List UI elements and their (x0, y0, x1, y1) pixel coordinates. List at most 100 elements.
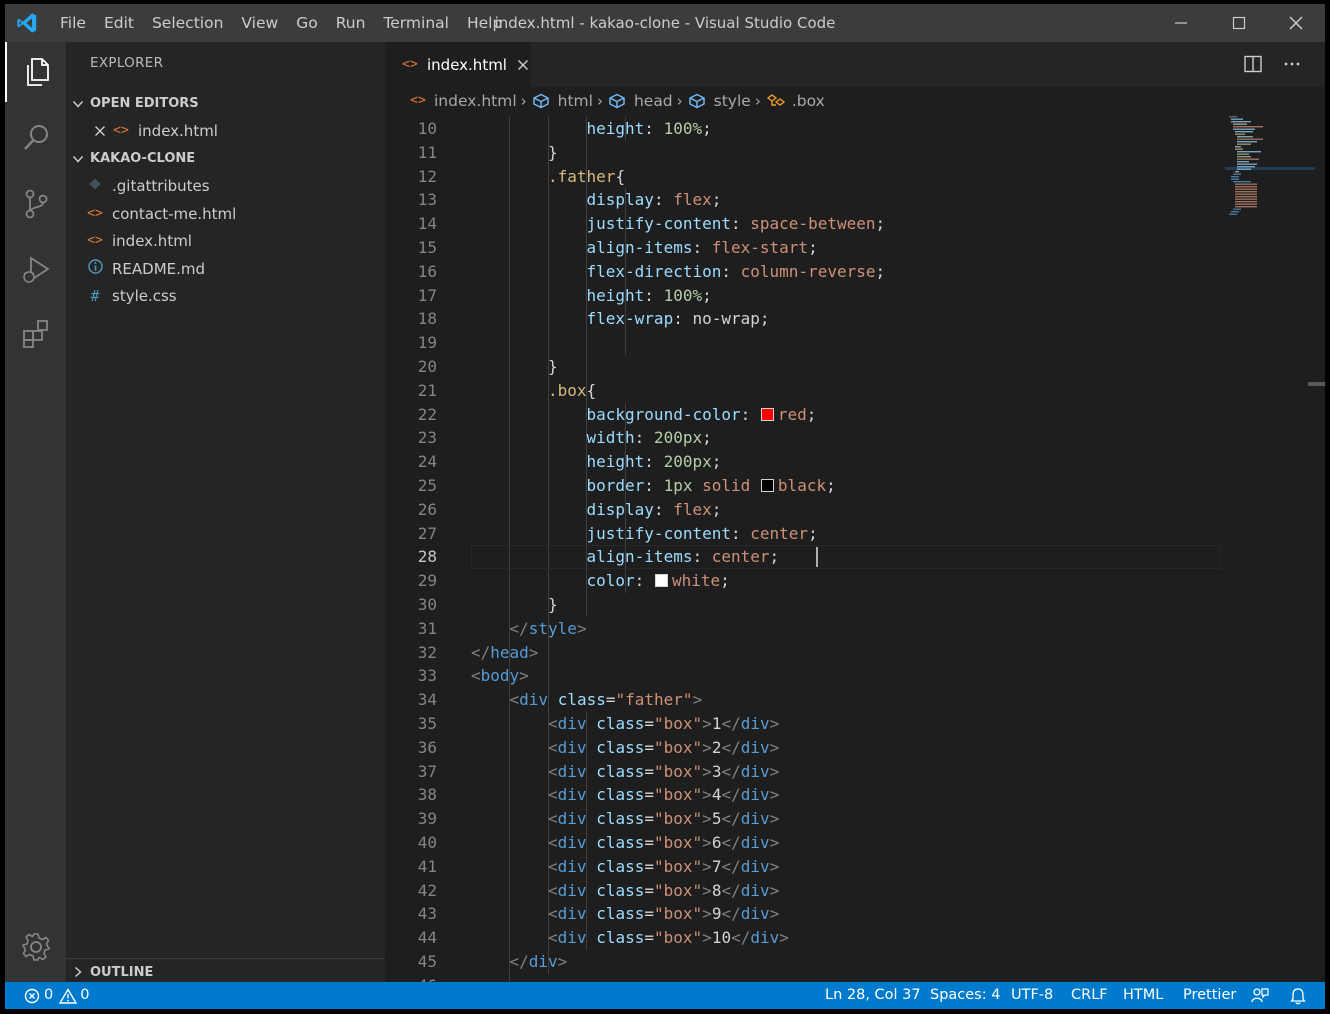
more-actions-button[interactable] (1282, 54, 1302, 78)
menu-edit[interactable]: Edit (95, 4, 143, 42)
menu-help[interactable]: Help (458, 4, 511, 42)
encoding[interactable]: UTF-8 (1011, 982, 1053, 1009)
file-style-css[interactable]: # style.css (66, 282, 385, 309)
breadcrumb-box[interactable]: .box (766, 92, 825, 110)
close-window-button[interactable] (1267, 4, 1325, 42)
menu-view[interactable]: View (232, 4, 287, 42)
code-line[interactable]: 27 justify-content: center; (385, 522, 1225, 546)
activity-search[interactable] (5, 108, 66, 168)
code-line[interactable]: 20} (385, 355, 1225, 379)
close-tab-icon[interactable] (517, 59, 529, 71)
color-swatch[interactable] (654, 574, 668, 588)
breadcrumb-style[interactable]: style (688, 92, 751, 110)
code-line[interactable]: 44 <div class="box">10</div> (385, 926, 1225, 950)
activity-manage[interactable] (5, 917, 66, 977)
minimize-button[interactable] (1152, 4, 1210, 42)
code-line[interactable]: 16 flex-direction: column-reverse; (385, 260, 1225, 284)
activity-extensions[interactable] (5, 304, 66, 364)
feedback-button[interactable] (1251, 987, 1269, 1009)
breadcrumb-head[interactable]: head (608, 92, 673, 110)
code-line[interactable]: 42 <div class="box">8</div> (385, 879, 1225, 903)
code-line[interactable]: 18 flex-wrap: no-wrap; (385, 307, 1225, 331)
close-editor-icon[interactable] (90, 125, 110, 137)
code-line[interactable]: 22 background-color: red; (385, 403, 1225, 427)
color-swatch[interactable] (760, 479, 774, 492)
code-text: <div class="box">3</div> (548, 760, 779, 784)
code-line[interactable]: 36 <div class="box">2</div> (385, 736, 1225, 760)
indentation[interactable]: Spaces: 4 (930, 982, 1000, 1009)
activity-explorer[interactable] (5, 42, 66, 102)
code-line[interactable]: 29 color: white; (385, 569, 1225, 593)
file-readme[interactable]: README.md (66, 255, 385, 282)
activity-run-debug[interactable] (5, 240, 66, 300)
split-editor-button[interactable] (1243, 54, 1263, 78)
code-line[interactable]: 24 height: 200px; (385, 450, 1225, 474)
run-debug-icon (22, 256, 50, 283)
code-line[interactable]: 25 border: 1px solid black; (385, 474, 1225, 498)
code-line[interactable]: 19 (385, 331, 1225, 355)
code-token: 5 (711, 809, 722, 829)
code-line[interactable]: 38 <div class="box">4</div> (385, 783, 1225, 807)
code-line[interactable]: 41 <div class="box">7</div> (385, 855, 1225, 879)
code-line[interactable]: 21 .box{ (385, 379, 1225, 403)
notifications-button[interactable] (1289, 987, 1307, 1009)
open-editors-header[interactable]: OPEN EDITORS (66, 90, 385, 117)
code-line[interactable]: 23 width: 200px; (385, 426, 1225, 450)
vertical-scrollbar-thumb[interactable] (1308, 382, 1325, 386)
code-line[interactable]: 43 <div class="box">9</div> (385, 902, 1225, 926)
code-line[interactable]: 33 <body> (385, 664, 1225, 688)
code-line[interactable]: 15 align-items: flex-start; (385, 236, 1225, 260)
code-line[interactable]: 30} (385, 593, 1225, 617)
file-contact-me[interactable]: <> contact-me.html (66, 200, 385, 227)
line-number: 33 (417, 666, 437, 686)
code-line[interactable]: 40 <div class="box">6</div> (385, 831, 1225, 855)
code-line[interactable]: 14 justify-content: space-between; (385, 212, 1225, 236)
open-editor-item[interactable]: <> index.html (66, 117, 385, 144)
file-index[interactable]: <> index.html (66, 227, 385, 254)
breadcrumb-html[interactable]: html (532, 92, 593, 110)
file-gitattributes[interactable]: .gitattributes (66, 172, 385, 199)
prettier-status[interactable]: Prettier (1183, 982, 1236, 1009)
code-line[interactable]: 37 <div class="box">3</div> (385, 760, 1225, 784)
activity-source-control[interactable] (5, 174, 66, 234)
line-ending[interactable]: CRLF (1071, 982, 1108, 1009)
minimap[interactable] (1225, 114, 1315, 224)
code-line[interactable]: 39 <div class="box">5</div> (385, 807, 1225, 831)
menu-go[interactable]: Go (287, 4, 327, 42)
code-line[interactable]: 32 </head> (385, 641, 1225, 665)
breadcrumb-file[interactable]: <> index.html (407, 92, 516, 110)
code-token: 2 (711, 737, 722, 757)
code-line[interactable]: 11} (385, 141, 1225, 165)
code-token: div (557, 833, 587, 852)
tab-index-html[interactable]: <> index.html (385, 42, 531, 87)
code-line[interactable]: 45 </div> (385, 950, 1225, 974)
outline-header[interactable]: OUTLINE (66, 958, 385, 985)
code-line[interactable]: 46 (385, 974, 1225, 982)
code-line[interactable]: 12 .father{ (385, 165, 1225, 189)
maximize-button[interactable] (1210, 4, 1268, 42)
menu-terminal[interactable]: Terminal (374, 4, 458, 42)
code-line[interactable]: 31 </style> (385, 617, 1225, 641)
project-header[interactable]: KAKAO-CLONE (66, 145, 385, 172)
code-line[interactable]: 34 <div class="father"> (385, 688, 1225, 712)
code-token: : (740, 404, 760, 424)
code-line[interactable]: 28 align-items: center; (385, 545, 1225, 569)
language-mode[interactable]: HTML (1123, 982, 1163, 1009)
code-line[interactable]: 17 height: 100%; (385, 284, 1225, 308)
cursor-position[interactable]: Ln 28, Col 37 (825, 982, 921, 1009)
problems-indicator[interactable]: 0 0 (24, 982, 89, 1009)
code-token: div (740, 761, 770, 781)
code-text: flex-wrap: no-wrap; (587, 307, 770, 331)
code-line[interactable]: 26 display: flex; (385, 498, 1225, 522)
code-line[interactable]: 35 <div class="box">1</div> (385, 712, 1225, 736)
code-token: = (644, 833, 654, 852)
color-swatch[interactable] (760, 407, 774, 421)
code-line[interactable]: 13 display: flex; (385, 188, 1225, 212)
code-editor[interactable]: 10 height: 100%; 11} 12 .father{13 display: f… (385, 114, 1325, 982)
code-line[interactable]: 10 height: 100%; (385, 117, 1225, 141)
menu-run[interactable]: Run (327, 4, 375, 42)
menu-selection[interactable]: Selection (143, 4, 232, 42)
explorer-sidebar: EXPLORER OPEN EDITORS <> index.html KAKA… (66, 42, 385, 982)
symbol-element-icon (609, 93, 625, 108)
menu-file[interactable]: File (51, 4, 95, 42)
